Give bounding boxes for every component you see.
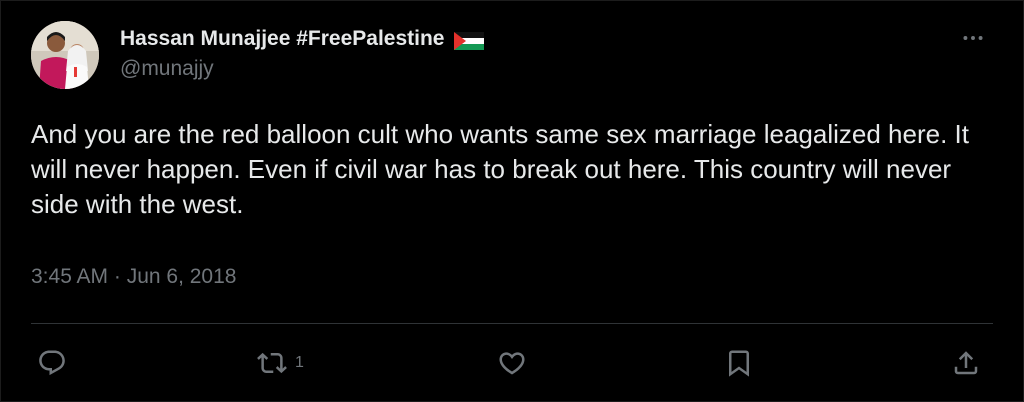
more-options-icon[interactable] xyxy=(958,23,988,53)
tweet-text: And you are the red balloon cult who wan… xyxy=(31,119,969,219)
retweet-icon xyxy=(257,352,287,374)
avatar[interactable] xyxy=(31,21,99,89)
heart-icon xyxy=(499,352,525,375)
share-icon xyxy=(954,351,978,375)
bookmark-icon xyxy=(729,350,749,377)
author-display-name[interactable]: Hassan Munajjee #FreePalestine xyxy=(120,25,484,53)
tweet-timestamp[interactable]: 3:45 AM · Jun 6, 2018 xyxy=(31,263,236,291)
share-button[interactable] xyxy=(951,341,981,385)
divider xyxy=(31,323,993,324)
display-name-text[interactable]: Hassan Munajjee #FreePalestine xyxy=(120,25,445,53)
avatar-photo xyxy=(31,21,99,89)
tweet-header: Hassan Munajjee #FreePalestine @munajjy xyxy=(31,21,993,91)
retweet-button[interactable]: 1 xyxy=(257,341,304,385)
like-button[interactable] xyxy=(497,341,527,385)
retweet-count: 1 xyxy=(295,354,304,371)
author-handle[interactable]: @munajjy xyxy=(120,55,484,83)
palestine-flag-icon xyxy=(453,30,484,50)
reply-icon xyxy=(39,350,65,376)
tweet-actions: 1 xyxy=(31,341,993,385)
author-names: Hassan Munajjee #FreePalestine @munajjy xyxy=(120,25,484,83)
reply-button[interactable] xyxy=(37,341,67,385)
bookmark-button[interactable] xyxy=(724,341,754,385)
tweet-card: Hassan Munajjee #FreePalestine @munajjy … xyxy=(0,0,1024,402)
